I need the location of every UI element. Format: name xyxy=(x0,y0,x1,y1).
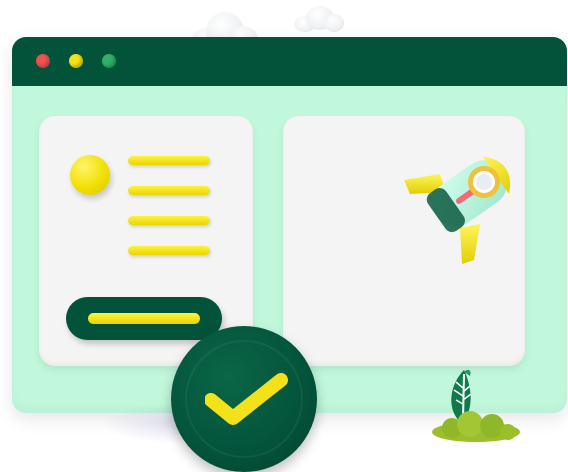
close-dot[interactable] xyxy=(36,54,50,68)
text-line xyxy=(128,246,210,255)
title-bar xyxy=(12,37,567,86)
cloud-icon xyxy=(292,6,346,32)
text-line xyxy=(128,156,210,165)
plant-icon xyxy=(432,369,520,442)
text-line xyxy=(128,216,210,225)
success-badge xyxy=(171,326,317,472)
minimize-dot[interactable] xyxy=(69,54,83,68)
maximize-dot[interactable] xyxy=(102,54,116,68)
avatar xyxy=(70,155,110,195)
action-button[interactable] xyxy=(66,297,222,340)
placeholder-bar xyxy=(88,313,200,324)
rocket-icon xyxy=(404,156,511,264)
text-line xyxy=(128,186,210,195)
checkmark-icon xyxy=(205,373,288,425)
